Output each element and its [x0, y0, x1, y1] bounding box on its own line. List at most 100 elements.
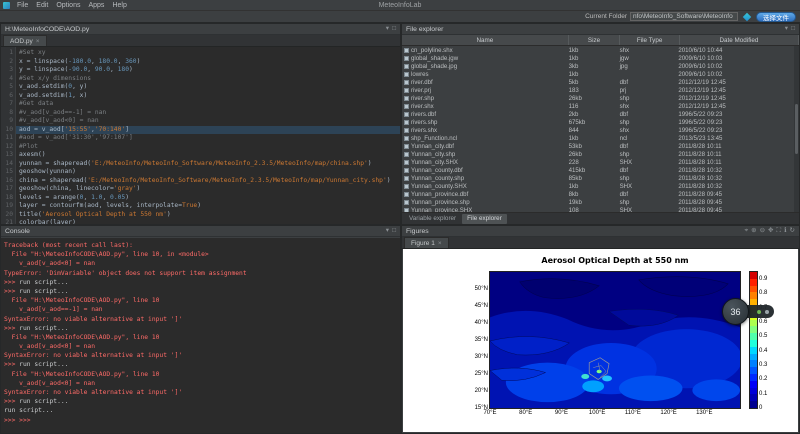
file-name: Yunnan_province.dbf — [411, 191, 468, 198]
editor-tabbar: AOD.py × — [1, 35, 400, 47]
code-line[interactable]: #Get data — [16, 100, 400, 109]
file-icon — [404, 88, 409, 93]
table-row[interactable]: Yunnan_county.shp85kbshp2011/8/28 10:32 — [402, 174, 794, 182]
tab-figure-1[interactable]: Figure 1 × — [404, 237, 449, 248]
code-line[interactable]: y = linspace(-90.0, 90.0, 180) — [16, 66, 400, 75]
table-row[interactable]: rivers.dbf2kbdbf1996/5/22 09:23 — [402, 110, 794, 118]
table-row[interactable]: Yunnan_province.dbf8kbdbf2011/8/28 09:45 — [402, 190, 794, 198]
code-line[interactable]: axesm() — [16, 151, 400, 160]
pan-icon[interactable]: ✥ — [768, 228, 773, 235]
table-row[interactable]: Yunnan_county.dbf415kbdbf2011/8/28 10:32 — [402, 166, 794, 174]
code-line[interactable]: levels = arange(0, 1.0, 0.05) — [16, 194, 400, 203]
file-type: shp — [618, 151, 677, 158]
menu-apps[interactable]: Apps — [84, 2, 108, 9]
bottom-tab-variable-explorer[interactable]: Variable explorer — [404, 214, 461, 224]
code-line[interactable]: title('Aerosol Optical Depth at 550 nm') — [16, 211, 400, 220]
table-row[interactable]: river.shx116shx2012/12/19 12:45 — [402, 102, 794, 110]
code-line[interactable]: #v_aod[v_aod<0] = nan — [16, 117, 400, 126]
code-line[interactable]: #v_aod[v_aod==-1] = nan — [16, 109, 400, 118]
table-row[interactable]: cn_polyline.shx1kbshx2010/6/10 10:44 — [402, 46, 794, 54]
file-list-scrollbar[interactable] — [794, 46, 799, 212]
code-line[interactable]: v_aod.setdim(0, y) — [16, 83, 400, 92]
code-line[interactable]: layer = contourfm(aod, levels, interpola… — [16, 202, 400, 211]
column-header-file-type[interactable]: File Type — [620, 35, 680, 45]
code-line[interactable]: colorbar(layer) — [16, 219, 400, 224]
figures-tabbar: Figure 1 × — [402, 237, 799, 249]
console-output[interactable]: Traceback (most recent call last): File … — [1, 238, 400, 433]
browse-folder-icon[interactable] — [743, 12, 751, 20]
file-explorer-header-title: File explorer — [406, 26, 443, 33]
code-line[interactable]: #Plot — [16, 143, 400, 152]
console-line: run script... — [4, 406, 397, 415]
column-header-size[interactable]: Size — [569, 35, 621, 45]
tab-aod-py[interactable]: AOD.py × — [3, 35, 47, 46]
column-header-date-modified[interactable]: Date Modified — [680, 35, 799, 45]
stop-dot-icon[interactable] — [765, 310, 769, 314]
colorbar-segment — [750, 347, 757, 354]
menu-icon[interactable]: ▾ — [386, 26, 389, 33]
choose-folder-button[interactable]: 选择文件 — [756, 12, 796, 22]
table-row[interactable]: lowres1kb2009/6/10 10:02 — [402, 70, 794, 78]
code-line[interactable]: geoshow(yunnan) — [16, 168, 400, 177]
float-icon[interactable]: □ — [392, 26, 396, 33]
colorbar-tick-label: 0.6 — [757, 319, 767, 325]
plot-area[interactable]: 50°N45°N40°N35°N30°N25°N20°N15°N70°E80°E… — [489, 271, 741, 409]
table-row[interactable]: river.shp26kbshp2012/12/19 12:45 — [402, 94, 794, 102]
colorbar-segment — [750, 326, 757, 333]
editor-code[interactable]: #Set xyx = linspace(-180.0, 180.0, 360)y… — [16, 47, 400, 224]
table-row[interactable]: river.dbf5kbdbf2012/12/19 12:45 — [402, 78, 794, 86]
full-extent-icon[interactable]: ⛶ — [777, 228, 782, 235]
file-type: ncl — [618, 135, 677, 142]
file-table-header: NameSizeFile TypeDate Modified — [402, 35, 799, 46]
record-dot-icon[interactable] — [757, 310, 761, 314]
menu-help[interactable]: Help — [108, 2, 130, 9]
menu-icon[interactable]: ▾ — [785, 26, 788, 33]
float-icon[interactable]: □ — [392, 228, 396, 235]
table-row[interactable]: Yunnan_city.SHX228SHX2011/8/28 10:11 — [402, 158, 794, 166]
overlay-counter-badge[interactable]: 36 — [722, 298, 749, 325]
close-icon[interactable]: × — [36, 38, 40, 45]
table-row[interactable]: rivers.shx844shx1996/5/22 09:23 — [402, 126, 794, 134]
current-folder-input[interactable]: nfo\MeteoInfo_Software\MeteoInfo — [630, 12, 738, 21]
file-size: 8kb — [567, 191, 618, 198]
code-line[interactable]: china = shaperead('E:/MeteoInfo/MeteoInf… — [16, 177, 400, 186]
code-line[interactable]: #Set x/y dimensions — [16, 75, 400, 84]
code-line[interactable]: #aod = v_aod['31:30','97:107'] — [16, 134, 400, 143]
table-row[interactable]: shp_Function.ncl1kbncl2013/5/23 13:45 — [402, 134, 794, 142]
table-row[interactable]: river.prj183prj2012/12/19 12:45 — [402, 86, 794, 94]
code-line[interactable]: #Set xy — [16, 49, 400, 58]
zoom-out-icon[interactable]: ⊖ — [760, 228, 765, 235]
file-date: 2011/8/28 09:45 — [676, 199, 794, 206]
identify-icon[interactable]: ℹ — [784, 228, 786, 235]
select-icon[interactable]: ⌖ — [744, 228, 748, 235]
menu-edit[interactable]: Edit — [32, 2, 52, 9]
editor-header-icons: ▾□ — [386, 26, 396, 33]
code-line[interactable]: aod = v_aod['15:55','70:140'] — [16, 126, 400, 135]
menu-options[interactable]: Options — [52, 2, 84, 9]
column-header-name[interactable]: Name — [402, 35, 569, 45]
bottom-tab-file-explorer[interactable]: File explorer — [462, 214, 507, 224]
console-line: >>> run script... — [4, 278, 397, 287]
code-line[interactable]: x = linspace(-180.0, 180.0, 360) — [16, 58, 400, 67]
table-row[interactable]: Yunnan_province.shp19kbshp2011/8/28 09:4… — [402, 198, 794, 206]
table-row[interactable]: global_shade.jpg3kbjpg2009/6/10 10:02 — [402, 62, 794, 70]
code-editor[interactable]: 123456789101112131415161718192021 #Set x… — [1, 47, 400, 224]
table-row[interactable]: Yunnan_city.dbf53kbdbf2011/8/28 10:11 — [402, 142, 794, 150]
table-row[interactable]: Yunnan_county.SHX1kbSHX2011/8/28 10:32 — [402, 182, 794, 190]
rotate-icon[interactable]: ↻ — [790, 228, 795, 235]
menu-file[interactable]: File — [13, 2, 32, 9]
code-line[interactable]: geoshow(china, linecolor='gray') — [16, 185, 400, 194]
table-row[interactable]: rivers.shp675kbshp1996/5/22 09:23 — [402, 118, 794, 126]
menu-icon[interactable]: ▾ — [386, 228, 389, 235]
table-row[interactable]: global_shade.jgw1kbjgw2009/6/10 10:03 — [402, 54, 794, 62]
x-tick-label: 80°E — [519, 408, 532, 416]
colorbar-tick-label: 0.5 — [757, 333, 767, 339]
code-line[interactable]: yunnan = shaperead('E:/MeteoInfo/MeteoIn… — [16, 160, 400, 169]
table-row[interactable]: Yunnan_city.shp26kbshp2011/8/28 10:11 — [402, 150, 794, 158]
file-icon — [404, 192, 409, 197]
code-line[interactable]: v_aod.setdim(1, x) — [16, 92, 400, 101]
scrollbar-thumb[interactable] — [795, 104, 798, 154]
zoom-in-icon[interactable]: ⊕ — [751, 228, 756, 235]
float-icon[interactable]: □ — [791, 26, 795, 33]
close-icon[interactable]: × — [438, 240, 442, 247]
